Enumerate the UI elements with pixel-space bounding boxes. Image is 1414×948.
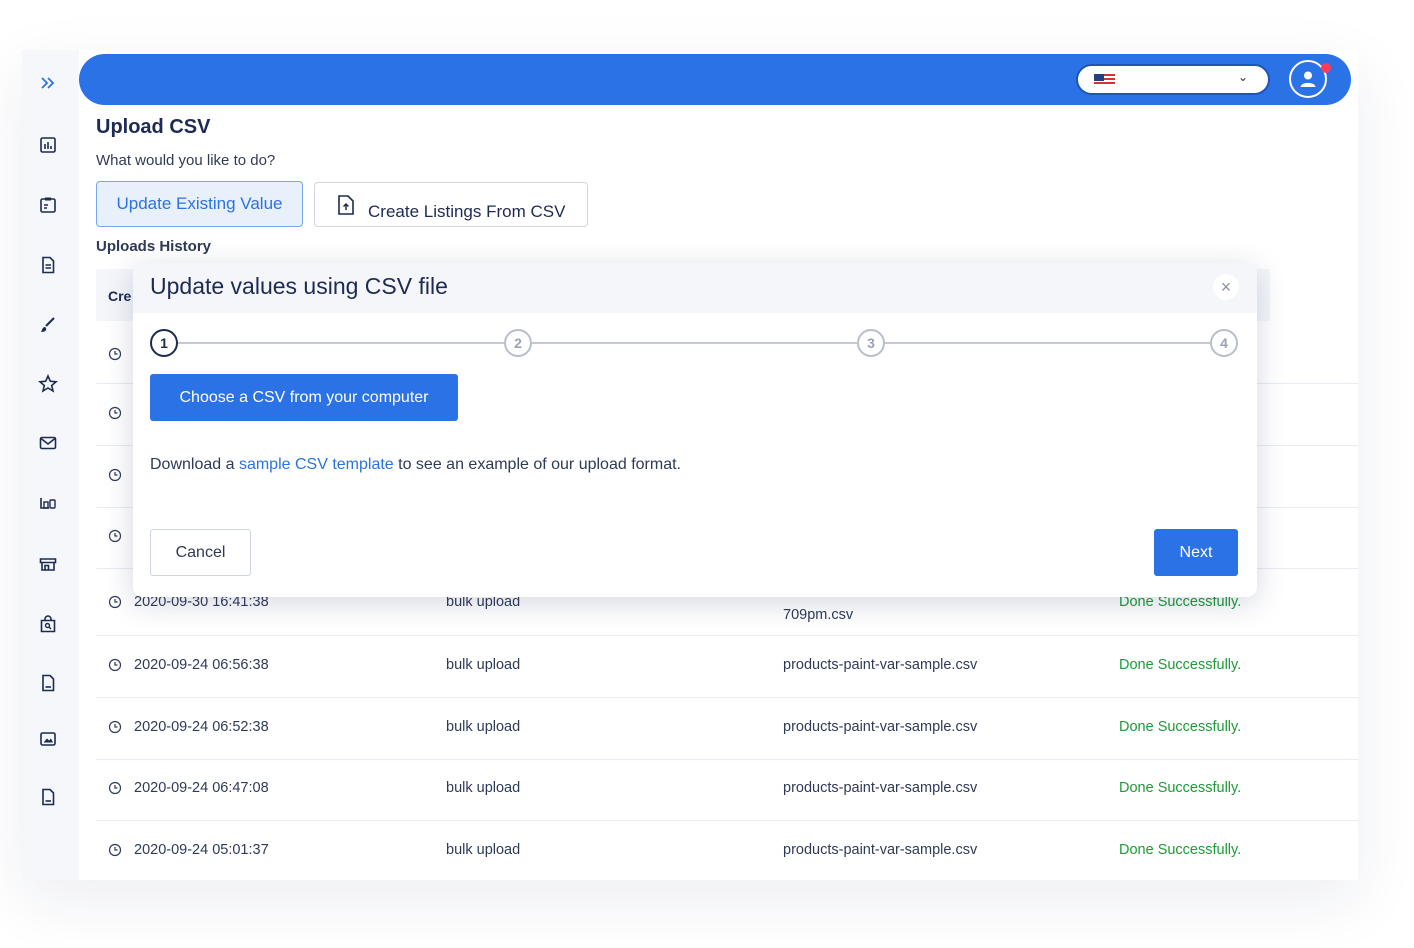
clock-icon	[108, 595, 122, 609]
step-connector	[532, 342, 857, 344]
image-icon[interactable]	[37, 728, 59, 750]
update-values-modal: Update values using CSV file × 1 2 3 4 C…	[133, 263, 1257, 597]
row-date: 2020-09-24 06:52:38	[134, 719, 269, 735]
clock-icon	[108, 529, 122, 543]
close-icon[interactable]: ×	[1213, 274, 1239, 300]
user-icon	[1300, 71, 1316, 87]
page-title: Upload CSV	[96, 116, 211, 138]
row-status: Done Successfully.	[1119, 842, 1242, 858]
row-status: Done Successfully.	[1119, 657, 1242, 673]
pdf-icon[interactable]	[37, 672, 59, 694]
row-type: bulk upload	[446, 657, 521, 673]
document-icon[interactable]	[37, 254, 59, 276]
clipboard-icon[interactable]	[37, 194, 59, 216]
bag-search-icon[interactable]	[37, 613, 59, 635]
clock-icon	[108, 720, 122, 734]
choose-csv-button[interactable]: Choose a CSV from your computer	[150, 374, 458, 421]
step-3: 3	[857, 329, 885, 357]
table-row: 2020-09-24 06:56:38 bulk upload products…	[96, 636, 1358, 698]
step-2: 2	[504, 329, 532, 357]
clock-icon	[108, 658, 122, 672]
column-header-created: Cre	[108, 288, 132, 304]
step-1: 1	[150, 329, 178, 357]
update-existing-value-button[interactable]: Update Existing Value	[96, 181, 303, 227]
create-listings-button[interactable]: Create Listings From CSV	[314, 182, 588, 227]
row-date: 2020-09-24 06:56:38	[134, 657, 269, 673]
devices-icon[interactable]	[37, 492, 59, 514]
row-status: Done Successfully.	[1119, 719, 1242, 735]
row-type: bulk upload	[446, 842, 521, 858]
step-4: 4	[1210, 329, 1238, 357]
stepper: 1 2 3 4	[150, 329, 1240, 357]
create-listings-label: Create Listings From CSV	[368, 202, 566, 221]
row-file: products-paint-var-sample.csv	[783, 842, 978, 858]
step-connector	[885, 342, 1210, 344]
download-instructions: Download a sample CSV template to see an…	[150, 456, 681, 474]
notification-dot	[1321, 63, 1331, 73]
uploads-history-title: Uploads History	[96, 238, 212, 255]
clock-icon	[108, 347, 122, 361]
row-date: 2020-09-24 05:01:37	[134, 842, 269, 858]
chevron-down-icon: ⌄	[1237, 70, 1248, 84]
row-file: products-paint-var-sample.csv	[783, 780, 978, 796]
step-connector	[178, 342, 504, 344]
download-suffix: to see an example of our upload format.	[398, 456, 681, 473]
row-file: 709pm.csv	[783, 607, 854, 623]
clock-icon	[108, 781, 122, 795]
row-file: products-paint-var-sample.csv	[783, 719, 978, 735]
table-row: 2020-09-24 05:01:37 bulk upload products…	[96, 821, 1358, 883]
table-row: 2020-09-24 06:47:08 bulk upload products…	[96, 759, 1358, 821]
clock-icon	[108, 843, 122, 857]
page-subtitle: What would you like to do?	[96, 152, 276, 169]
sample-template-link[interactable]: sample CSV template	[239, 456, 394, 473]
clock-icon	[108, 406, 122, 420]
mail-icon[interactable]	[37, 432, 59, 454]
download-prefix: Download a	[150, 456, 235, 473]
star-icon[interactable]	[37, 373, 59, 395]
modal-header: Update values using CSV file ×	[133, 263, 1257, 313]
brush-icon[interactable]	[37, 314, 59, 336]
expand-icon[interactable]	[37, 72, 59, 94]
row-type: bulk upload	[446, 780, 521, 796]
row-type: bulk upload	[446, 719, 521, 735]
next-button[interactable]: Next	[1154, 529, 1238, 576]
analytics-icon[interactable]	[37, 134, 59, 156]
store-icon[interactable]	[37, 553, 59, 575]
language-select[interactable]: ⌄	[1076, 64, 1270, 95]
modal-title: Update values using CSV file	[150, 273, 448, 299]
us-flag-icon	[1094, 74, 1115, 86]
file-upload-icon	[338, 195, 354, 215]
row-date: 2020-09-24 06:47:08	[134, 780, 269, 796]
clock-icon	[108, 468, 122, 482]
cancel-button[interactable]: Cancel	[150, 529, 251, 576]
table-row: 2020-09-24 06:52:38 bulk upload products…	[96, 698, 1358, 760]
csv-file-icon[interactable]	[37, 786, 59, 808]
row-status: Done Successfully.	[1119, 780, 1242, 796]
sidebar	[22, 50, 79, 880]
row-file: products-paint-var-sample.csv	[783, 657, 978, 673]
